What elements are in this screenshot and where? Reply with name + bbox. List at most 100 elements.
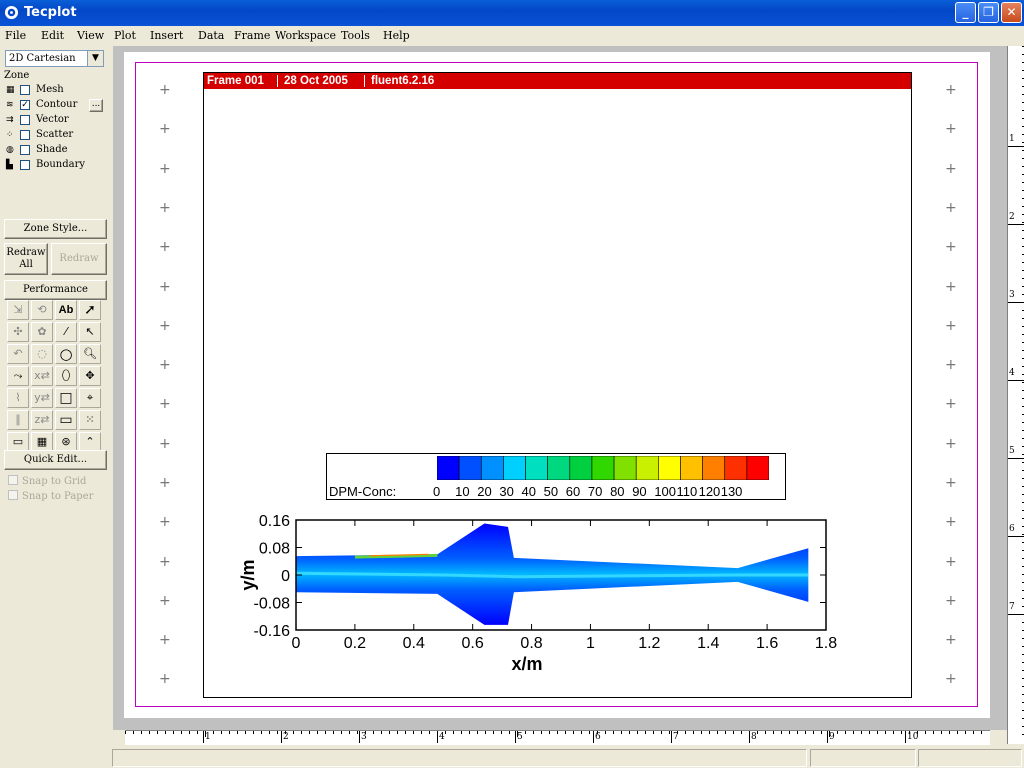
ruler-major-tick [203, 731, 204, 743]
twist-icon[interactable]: ↶ [7, 344, 29, 364]
rotate-3d-icon[interactable]: ⟲ [31, 300, 53, 320]
minimize-button[interactable]: _ [955, 2, 976, 23]
layer-vector[interactable]: ⇉ Vector [6, 113, 106, 127]
grid-plus-mark: + [945, 593, 957, 609]
redraw-button[interactable]: Redraw [51, 243, 107, 275]
zone-style-button[interactable]: Zone Style... [4, 219, 107, 239]
menu-data[interactable]: Data [198, 29, 224, 42]
ruler-label: 2 [1009, 212, 1015, 222]
grid-plus-mark: + [159, 632, 171, 648]
probe-icon[interactable]: ⌖ [79, 388, 101, 408]
layer-scatter[interactable]: ⁘ Scatter [6, 128, 106, 142]
layer-mesh[interactable]: ▦ Mesh [6, 83, 106, 97]
grid-plus-mark: + [159, 514, 171, 530]
performance-button[interactable]: Performance [4, 280, 107, 300]
y-slice-icon[interactable]: y⇄ [31, 388, 53, 408]
plot-type-select[interactable]: 2D Cartesian ▼ [5, 50, 104, 67]
layer-label: Scatter [36, 129, 74, 140]
legend-level-label: 110 [676, 484, 698, 499]
snap-grid-label: Snap to Grid [22, 476, 87, 487]
menu-frame[interactable]: Frame [234, 29, 270, 42]
legend-swatch [569, 456, 593, 480]
scatter-icon: ⁘ [6, 130, 14, 140]
x-tick-label: 1.4 [697, 635, 719, 652]
scatter-checkbox[interactable] [20, 130, 30, 140]
contour-plot[interactable]: 0 0.2 0.4 0.6 0.8 1 1.2 1.4 1.6 1.8 0.16 0.08 0 -0.08… [230, 510, 850, 682]
rectangle-tool-icon[interactable]: ▭ [55, 410, 77, 430]
x-tick-label: 0 [292, 635, 301, 652]
boundary-checkbox[interactable] [20, 160, 30, 170]
menu-view[interactable]: View [77, 29, 104, 42]
snap-to-grid-option[interactable]: Snap to Grid [8, 475, 86, 487]
legend-level-label: 100 [654, 484, 677, 499]
x-tick-label: 1.8 [815, 635, 837, 652]
ruler-label: 5 [517, 732, 523, 742]
legend-swatch [635, 456, 659, 480]
legend-swatch [724, 456, 748, 480]
frame-tool-icon[interactable]: ▭ [7, 432, 29, 452]
x-slice-icon[interactable]: x⇄ [31, 366, 53, 386]
menu-insert[interactable]: Insert [150, 29, 183, 42]
text-tool-button[interactable]: Ab [55, 300, 77, 320]
circle-tool-icon[interactable]: ○ [55, 344, 77, 364]
ellipse-tool-icon[interactable]: ⬯ [55, 366, 77, 386]
adjustor-icon[interactable]: ↖ [79, 322, 101, 342]
ruler-label: 7 [673, 732, 679, 742]
quick-edit-button[interactable]: Quick Edit... [4, 450, 107, 470]
geometry-icon[interactable]: ∥ [7, 410, 29, 430]
line-tool-icon[interactable]: ⁄ [55, 322, 77, 342]
grid-tool-icon[interactable]: ▦ [31, 432, 53, 452]
spin-icon[interactable]: ✣ [7, 322, 29, 342]
polyline-tool-icon[interactable]: ⌃ [79, 432, 101, 452]
legend-swatch [480, 456, 504, 480]
menu-workspace[interactable]: Workspace [275, 29, 336, 42]
legend-level-label: 20 [477, 484, 492, 499]
dots-icon[interactable]: ⁙ [79, 410, 101, 430]
legend-level-label: 130 [720, 484, 743, 499]
snap-paper-checkbox[interactable] [8, 490, 18, 500]
contour-legend[interactable]: DPM-Conc: 0 10 20 30 40 50 60 70 80 90 100 110 120 13… [326, 453, 786, 500]
redraw-all-button[interactable]: Redraw All [4, 243, 48, 275]
maximize-button[interactable]: ❐ [978, 2, 999, 23]
legend-swatch [680, 456, 703, 480]
grid-plus-mark: + [945, 82, 957, 98]
streamtrace-icon[interactable]: ⤳ [7, 366, 29, 386]
frame-header[interactable]: Frame 001 28 Oct 2005 fluent6.2.16 [204, 73, 911, 89]
chevron-down-icon[interactable]: ▼ [87, 51, 103, 66]
translate-xy-icon[interactable]: ⇲ [7, 300, 29, 320]
layer-shade[interactable]: ◍ Shade [6, 143, 106, 157]
snap-to-paper-option[interactable]: Snap to Paper [8, 490, 93, 502]
vector-checkbox[interactable] [20, 115, 30, 125]
menu-file[interactable]: File [5, 29, 26, 42]
menu-help[interactable]: Help [383, 29, 410, 42]
contour-checkbox[interactable]: ✓ [20, 100, 30, 110]
snap-grid-checkbox[interactable] [8, 475, 18, 485]
layer-boundary[interactable]: ▙ Boundary [6, 158, 106, 172]
layer-label: Boundary [36, 159, 86, 170]
mesh-checkbox[interactable] [20, 85, 30, 95]
y-tick-label: 0.16 [259, 513, 290, 530]
pointer-icon[interactable]: ➚ [79, 300, 101, 320]
legend-swatch [437, 456, 460, 480]
grid-plus-mark: + [945, 514, 957, 530]
shade-checkbox[interactable] [20, 145, 30, 155]
contour-add-icon[interactable]: ⌇ [7, 388, 29, 408]
menu-edit[interactable]: Edit [41, 29, 64, 42]
plot-type-value: 2D Cartesian [9, 53, 76, 64]
header-divider [277, 75, 278, 87]
grid-plus-mark: + [159, 554, 171, 570]
ruler-label: 7 [1009, 602, 1015, 612]
roll-icon[interactable]: ✿ [31, 322, 53, 342]
move-icon[interactable]: ✥ [79, 366, 101, 386]
grid-plus-mark: + [159, 200, 171, 216]
polar-tool-icon[interactable]: ⊛ [55, 432, 77, 452]
rollerball-icon[interactable]: ◌ [31, 344, 53, 364]
zoom-icon[interactable]: 🔍︎ [79, 344, 101, 364]
menu-tools[interactable]: Tools [341, 29, 370, 42]
z-slice-icon[interactable]: z⇄ [31, 410, 53, 430]
contour-details-button[interactable]: ... [89, 99, 103, 112]
square-tool-icon[interactable]: □ [55, 388, 77, 408]
close-button[interactable]: ✕ [1001, 2, 1022, 23]
menu-plot[interactable]: Plot [114, 29, 136, 42]
grid-plus-mark: + [945, 121, 957, 137]
